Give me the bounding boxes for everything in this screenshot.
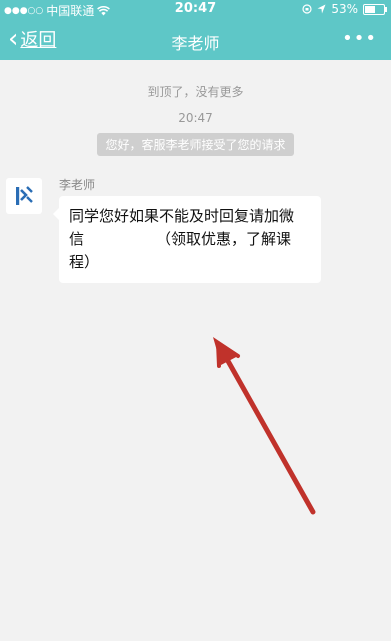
arrow-annotation [213, 337, 316, 515]
